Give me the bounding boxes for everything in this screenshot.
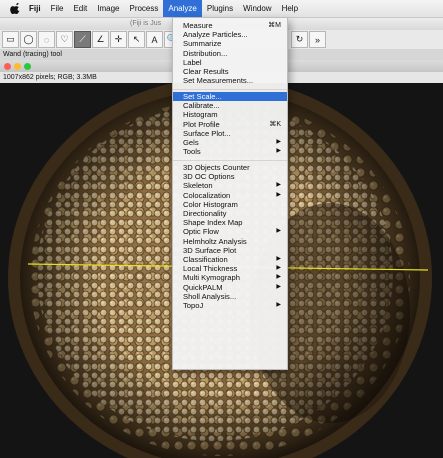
menu-item-tools[interactable]: Tools ▶ xyxy=(173,147,287,156)
menu-item-summarize[interactable]: Summarize xyxy=(173,39,287,48)
menu-item-directionality[interactable]: Directionality xyxy=(173,209,287,218)
wand-tool-icon[interactable]: ↖ xyxy=(128,31,145,48)
menu-item-sholl-analysis[interactable]: Sholl Analysis... xyxy=(173,292,287,301)
menu-item-histogram[interactable]: Histogram xyxy=(173,110,287,119)
menu-item-clear-results[interactable]: Clear Results xyxy=(173,67,287,76)
submenu-arrow-icon: ▶ xyxy=(276,191,281,198)
menu-file[interactable]: File xyxy=(46,0,69,17)
rotate-tool-icon[interactable]: ↻ xyxy=(291,31,308,48)
menu-item-plot-profile[interactable]: Plot Profile ⌘K xyxy=(173,120,287,129)
point-tool-icon[interactable]: ✛ xyxy=(110,31,127,48)
menu-item-multi-kymograph[interactable]: Multi Kymograph ▶ xyxy=(173,273,287,282)
shortcut-label: ⌘K xyxy=(269,120,281,128)
menu-item-classification[interactable]: Classification ▶ xyxy=(173,255,287,264)
submenu-arrow-icon: ▶ xyxy=(276,256,281,262)
menu-fiji[interactable]: Fiji xyxy=(24,0,46,17)
apple-icon[interactable] xyxy=(10,3,20,14)
menu-item-colocalization[interactable]: Colocalization ▶ xyxy=(173,191,287,200)
shortcut-label: ⌘M xyxy=(268,22,281,29)
menu-item-gels[interactable]: Gels ▶ xyxy=(173,138,287,147)
menu-window[interactable]: Window xyxy=(238,0,276,17)
oval-tool-icon[interactable]: ◯ xyxy=(20,31,37,48)
submenu-arrow-icon: ▶ xyxy=(276,274,281,281)
menu-item-3d-objects-counter[interactable]: 3D Objects Counter xyxy=(173,163,287,172)
submenu-arrow-icon: ▶ xyxy=(276,148,281,155)
minimize-icon[interactable] xyxy=(14,63,21,70)
toolbar-window-title: (Fiji is Jus xyxy=(130,20,162,27)
menu-item-helmholtz-analysis[interactable]: Helmholtz Analysis xyxy=(173,237,287,246)
more-tools-icon[interactable]: » xyxy=(309,31,326,48)
menu-help[interactable]: Help xyxy=(277,0,303,17)
menu-item-quickpalm[interactable]: QuickPALM ▶ xyxy=(173,283,287,292)
submenu-arrow-icon: ▶ xyxy=(276,139,281,145)
rectangle-tool-icon[interactable]: ▭ xyxy=(2,31,19,48)
menu-item-color-histogram[interactable]: Color Histogram xyxy=(173,200,287,209)
menu-separator xyxy=(173,160,287,161)
menu-item-label[interactable]: Label xyxy=(173,58,287,67)
line-tool-icon[interactable]: ⟋ xyxy=(74,31,91,48)
menu-image[interactable]: Image xyxy=(92,0,124,17)
menu-item-shape-index-map[interactable]: Shape Index Map xyxy=(173,218,287,227)
menu-process[interactable]: Process xyxy=(124,0,163,17)
tool-buttons: ▭ ◯ ◌ ♡ ⟋ ∠ ✛ ↖ A 🔍 xyxy=(2,31,181,48)
menu-item-set-measurements[interactable]: Set Measurements... xyxy=(173,76,287,85)
submenu-arrow-icon: ▶ xyxy=(276,182,281,189)
submenu-arrow-icon: ▶ xyxy=(276,228,281,235)
text-tool-icon[interactable]: A xyxy=(146,31,163,48)
submenu-arrow-icon: ▶ xyxy=(276,302,281,308)
submenu-arrow-icon: ▶ xyxy=(276,265,281,272)
menu-analyze[interactable]: Analyze xyxy=(163,0,202,17)
menu-item-skeleton[interactable]: Skeleton ▶ xyxy=(173,181,287,190)
menu-item-calibrate[interactable]: Calibrate... xyxy=(173,101,287,110)
menu-plugins[interactable]: Plugins xyxy=(202,0,238,17)
menu-item-3d-oc-options[interactable]: 3D OC Options xyxy=(173,172,287,181)
freehand-tool-icon[interactable]: ♡ xyxy=(56,31,73,48)
menu-edit[interactable]: Edit xyxy=(68,0,92,17)
menu-item-topoj[interactable]: TopoJ ▶ xyxy=(173,301,287,310)
menu-bar: Fiji File Edit Image Process Analyze Plu… xyxy=(0,0,443,18)
menu-item-analyze-particles[interactable]: Analyze Particles... xyxy=(173,30,287,39)
menu-separator xyxy=(173,89,287,90)
zoom-icon[interactable] xyxy=(24,63,31,70)
close-icon[interactable] xyxy=(4,63,11,70)
menu-item-3d-surface-plot[interactable]: 3D Surface Plot xyxy=(173,246,287,255)
menu-item-surface-plot[interactable]: Surface Plot... xyxy=(173,129,287,138)
menu-item-measure[interactable]: Measure ⌘M xyxy=(173,21,287,30)
angle-tool-icon[interactable]: ∠ xyxy=(92,31,109,48)
tool-buttons-right: ↻ » xyxy=(291,31,326,48)
polygon-tool-icon[interactable]: ◌ xyxy=(38,31,55,48)
analyze-menu: Measure ⌘M Analyze Particles... Summarize… xyxy=(172,17,288,370)
menu-item-local-thickness[interactable]: Local Thickness ▶ xyxy=(173,264,287,273)
menu-item-distribution[interactable]: Distribution... xyxy=(173,49,287,58)
menu-item-set-scale[interactable]: Set Scale... xyxy=(173,92,287,101)
submenu-arrow-icon: ▶ xyxy=(276,283,281,290)
menu-item-optic-flow[interactable]: Optic Flow ▶ xyxy=(173,227,287,236)
